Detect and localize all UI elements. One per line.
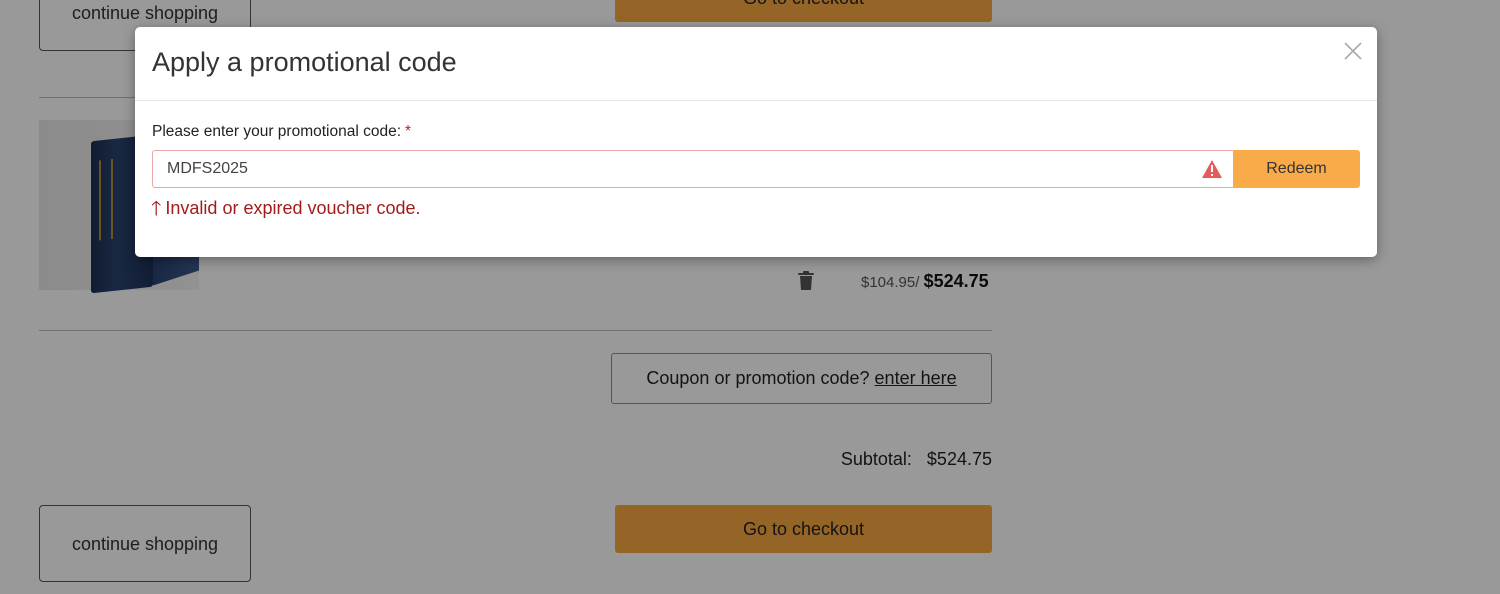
promo-code-input[interactable] [152, 150, 1234, 188]
required-marker: * [405, 123, 412, 140]
warning-icon [1202, 160, 1222, 178]
close-icon[interactable] [1341, 39, 1365, 63]
error-message: 🡑 Invalid or expired voucher code. [151, 198, 421, 219]
error-message-text: Invalid or expired voucher code. [165, 198, 421, 218]
arrow-up-icon: 🡑 [151, 197, 162, 220]
promo-code-label-text: Please enter your promotional code: [152, 123, 402, 140]
modal-body: Please enter your promotional code:* Red… [135, 101, 1377, 256]
redeem-button[interactable]: Redeem [1233, 150, 1360, 188]
promo-code-modal: Apply a promotional code Please enter yo… [135, 27, 1377, 257]
modal-title: Apply a promotional code [152, 47, 457, 77]
modal-header: Apply a promotional code [135, 27, 1377, 101]
promo-code-label: Please enter your promotional code: * [152, 123, 411, 141]
